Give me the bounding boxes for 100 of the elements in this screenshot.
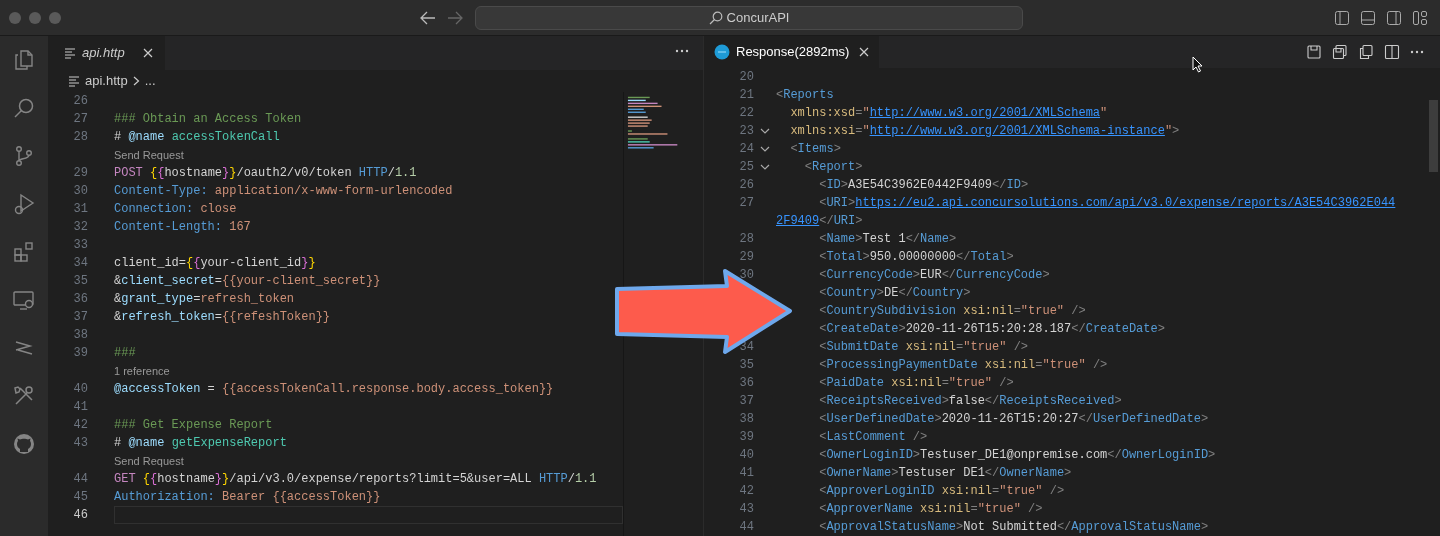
code-line: <ApprovalStatusName>Not Submitted</ApprovalStatusName> xyxy=(818,519,1209,536)
code-line: &grant_type=refresh_token xyxy=(114,291,295,308)
remote-explorer-icon[interactable] xyxy=(12,288,36,312)
line-number: 29 xyxy=(739,249,754,266)
code-line: POST {{hostname}}/oauth2/v0/token HTTP/1.1 xyxy=(114,165,417,182)
line-number: 23 xyxy=(739,123,754,140)
chevron-down-icon[interactable] xyxy=(760,164,770,170)
code-line: ### Get Expense Report xyxy=(114,417,273,434)
close-icon[interactable] xyxy=(859,47,870,57)
code-line: ### Obtain an Access Token xyxy=(114,111,302,128)
code-line: <CurrencyCode>EUR</CurrencyCode> xyxy=(818,267,1050,284)
forward-arrow-icon[interactable] xyxy=(447,11,463,25)
code-lens-link[interactable]: Send Request xyxy=(114,146,184,164)
breadcrumb-item[interactable]: ... xyxy=(144,71,156,91)
code-line: Connection: close xyxy=(114,201,237,218)
line-number: 34 xyxy=(73,255,88,272)
code-line: <PaidDate xsi:nil="true" /> xyxy=(818,375,1014,392)
customize-layout-icon[interactable] xyxy=(1412,10,1428,26)
editor-tab[interactable]: Response(2892ms) xyxy=(704,36,880,68)
code-line: <CreateDate>2020-11-26T15:20:28.187</CreateDate> xyxy=(818,321,1165,338)
line-number: 42 xyxy=(739,483,754,500)
editor-tab[interactable]: api.http xyxy=(48,36,165,70)
line-number: 29 xyxy=(73,165,88,182)
code-line: xmlns:xsi="http://www.w3.org/2001/XMLSchema-instance"> xyxy=(789,123,1180,140)
line-number: 40 xyxy=(739,447,754,464)
breadcrumb-item[interactable]: api.http xyxy=(85,71,128,91)
chevron-right-icon xyxy=(132,76,140,86)
code-lens-link[interactable]: 1 reference xyxy=(114,362,170,380)
code-line: # @name getExpenseReport xyxy=(114,435,287,452)
save-icon[interactable] xyxy=(1306,44,1322,60)
line-number: 37 xyxy=(739,393,754,410)
line-number: 35 xyxy=(739,357,754,374)
code-line: <OwnerName>Testuser DE1</OwnerName> xyxy=(818,465,1072,482)
code-line: <LastComment /> xyxy=(818,429,928,446)
toggle-panel-icon[interactable] xyxy=(1360,10,1376,26)
window-title: ConcurAPI xyxy=(726,9,790,28)
chevron-down-icon[interactable] xyxy=(760,146,770,152)
line-number: 43 xyxy=(739,501,754,518)
files-icon[interactable] xyxy=(12,48,36,72)
search-icon[interactable] xyxy=(12,96,36,120)
code-line: <Country>DE</Country> xyxy=(818,285,971,302)
line-number: 32 xyxy=(73,219,88,236)
line-number: 33 xyxy=(73,237,88,254)
code-line: client_id={{your-client_id}} xyxy=(114,255,316,272)
code-line: <Items> xyxy=(789,141,841,158)
line-number: 28 xyxy=(739,231,754,248)
code-line: Content-Type: application/x-www-form-urlencoded xyxy=(114,183,453,200)
run-debug-icon[interactable] xyxy=(12,192,36,216)
chevron-down-icon[interactable] xyxy=(760,128,770,134)
line-number: 21 xyxy=(739,87,754,104)
code-line: <Total>950.00000000</Total> xyxy=(818,249,1014,266)
line-number: 46 xyxy=(73,507,88,524)
line-number: 20 xyxy=(739,69,754,86)
line-number: 28 xyxy=(73,129,88,146)
code-line: <ApproverLoginID xsi:nil="true" /> xyxy=(818,483,1065,500)
code-line: <SubmitDate xsi:nil="true" /> xyxy=(818,339,1029,356)
line-number: 42 xyxy=(73,417,88,434)
extensions-icon[interactable] xyxy=(12,240,36,264)
mouse-cursor-icon xyxy=(1192,56,1204,73)
line-number: 37 xyxy=(73,309,88,326)
code-line: <Reports xyxy=(776,87,834,104)
line-number: 44 xyxy=(739,519,754,536)
cat-logo-icon[interactable] xyxy=(12,432,36,456)
line-number: 45 xyxy=(73,489,88,506)
toggle-secondary-sidebar-icon[interactable] xyxy=(1386,10,1402,26)
code-line: <CountrySubdivision xsi:nil="true" /> xyxy=(818,303,1086,320)
line-number: 31 xyxy=(73,201,88,218)
command-center-search[interactable]: ConcurAPI xyxy=(475,6,1023,30)
code-line: &client_secret={{your-client_secret}} xyxy=(114,273,381,290)
line-number: 36 xyxy=(73,291,88,308)
code-line: <URI>https://eu2.api.concursolutions.com/api/v3.0/expense/reports/A3E54C3962E044 xyxy=(818,195,1396,212)
code-line: <Report> xyxy=(803,159,863,176)
close-icon[interactable] xyxy=(143,48,153,58)
back-arrow-icon[interactable] xyxy=(420,11,436,25)
line-number: 27 xyxy=(73,111,88,128)
line-number: 35 xyxy=(73,273,88,290)
line-number: 27 xyxy=(739,195,754,212)
code-line: 2F9409</URI> xyxy=(776,213,863,230)
code-line: Authorization: Bearer {{accessToken}} xyxy=(114,489,381,506)
toggle-sidebar-icon[interactable] xyxy=(1334,10,1350,26)
copy-icon[interactable] xyxy=(1358,44,1374,60)
code-line: <ApproverName xsi:nil="true" /> xyxy=(818,501,1043,518)
line-number: 22 xyxy=(739,105,754,122)
code-line: # @name accessTokenCall xyxy=(114,129,280,146)
line-number: 39 xyxy=(739,429,754,446)
code-line: <Name>Test 1</Name> xyxy=(818,231,957,248)
line-number: 43 xyxy=(73,435,88,452)
save-body-icon[interactable] xyxy=(1332,44,1348,60)
line-number: 41 xyxy=(739,465,754,482)
line-number: 30 xyxy=(73,183,88,200)
split-editor-icon[interactable] xyxy=(1384,44,1400,60)
code-line: <ID>A3E54C3962E0442F9409</ID> xyxy=(818,177,1029,194)
line-number: 24 xyxy=(739,141,754,158)
code-lens-link[interactable]: Send Request xyxy=(114,452,184,470)
line-number: 44 xyxy=(73,471,88,488)
code-line: <ReceiptsReceived>false</ReceiptsReceived> xyxy=(818,393,1122,410)
code-line: <ProcessingPaymentDate xsi:nil="true" /> xyxy=(818,357,1108,374)
scrollbar-thumb[interactable] xyxy=(1429,100,1438,172)
line-number: 26 xyxy=(73,93,88,110)
code-line: Content-Length: 167 xyxy=(114,219,251,236)
